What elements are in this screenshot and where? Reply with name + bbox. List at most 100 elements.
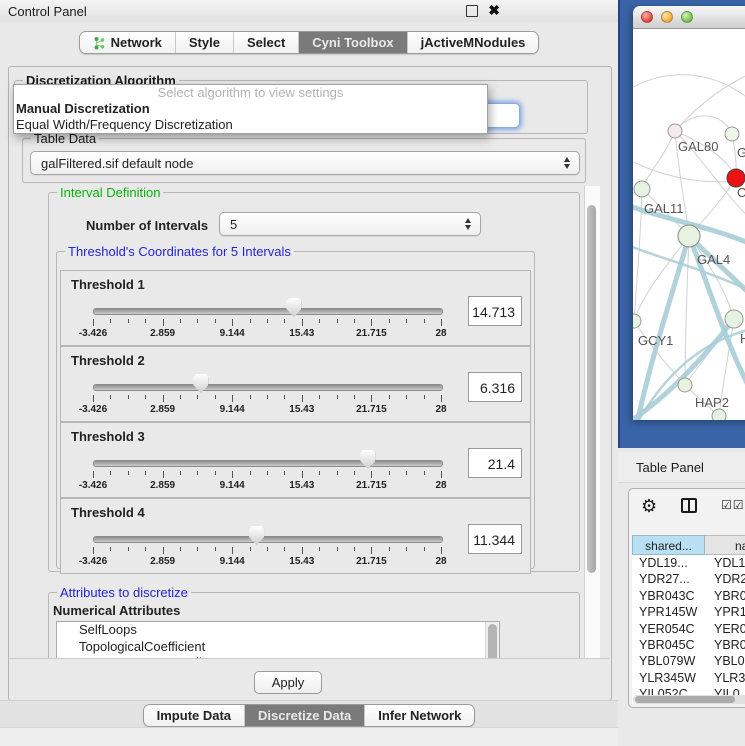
table-cell[interactable]: YLR345W (632, 670, 705, 686)
threshold-value-field[interactable]: 11.344 (468, 524, 522, 554)
table-cell[interactable]: YER0 (705, 621, 745, 637)
checkbox-icons[interactable]: ☑☑ (721, 498, 745, 512)
table-row[interactable]: YER054CYER0 (632, 621, 745, 637)
threshold-panel-1: Threshold 1-3.4262.8599.14415.4321.71528… (60, 270, 531, 346)
attribute-item[interactable]: SelfLoops (57, 622, 499, 639)
table-cell[interactable]: YBL079W (632, 653, 705, 669)
network-node-gal4[interactable] (678, 225, 700, 247)
slider-track[interactable] (93, 536, 443, 543)
scrollbar-thumb[interactable] (635, 696, 735, 703)
column-header-shared-name[interactable]: shared... (632, 535, 705, 555)
table-row[interactable]: YPR145WYPR1 (632, 604, 745, 620)
slider-tick (145, 395, 146, 399)
slider-axis-label: 28 (435, 328, 446, 339)
table-cell[interactable]: YBR0 (705, 637, 745, 653)
slider-tick (354, 547, 355, 551)
split-view-icon[interactable] (681, 498, 697, 513)
slider-tick (145, 471, 146, 475)
table-cell[interactable]: YBR0 (705, 588, 745, 604)
slider-tick (354, 471, 355, 475)
slider-tick (215, 319, 216, 323)
table-row[interactable]: YBL079WYBL0 (632, 653, 745, 669)
vertical-scrollbar[interactable] (584, 186, 600, 658)
table-row[interactable]: YLR345WYLR3 (632, 670, 745, 686)
gear-icon[interactable]: ⚙ (641, 496, 657, 516)
table-row[interactable]: YDL19...YDL1 (632, 555, 745, 571)
bottom-tab-discretize-data[interactable]: Discretize Data (244, 705, 364, 726)
attributes-scrollbar[interactable] (485, 622, 499, 658)
tab-cyni-toolbox[interactable]: Cyni Toolbox (298, 32, 406, 53)
table-cell[interactable]: YDL19... (632, 555, 705, 571)
slider-axis-label: 2.859 (150, 404, 175, 415)
slider-axis-label: 2.859 (150, 556, 175, 567)
threshold-value-field[interactable]: 14.713 (468, 296, 522, 326)
slider-tick (180, 395, 181, 399)
tab-network[interactable]: Network (80, 32, 175, 53)
network-node-gal11[interactable] (634, 181, 650, 197)
table-cell[interactable]: YBR043C (632, 588, 705, 604)
settings-scroll-viewport: Interval Definition Number of Intervals … (14, 186, 584, 658)
float-window-icon[interactable] (466, 5, 478, 17)
slider-track[interactable] (93, 460, 443, 467)
bottom-tab-infer-network[interactable]: Infer Network (364, 705, 474, 726)
threshold-value-field[interactable]: 6.316 (468, 372, 522, 402)
slider-axis-label: 9.144 (220, 328, 245, 339)
table-cell[interactable]: YLR3 (705, 670, 745, 686)
network-canvas[interactable]: GAL80G.CGAL11GAL4GCY1HHAP2 (633, 29, 745, 420)
attribute-item[interactable]: TopologicalCoefficient (57, 639, 499, 656)
table-cell[interactable]: YBL0 (705, 653, 745, 669)
tab-jactivemnodules[interactable]: jActiveMNodules (407, 32, 539, 53)
table-cell[interactable]: YDR27... (632, 571, 705, 587)
popup-item-equal-width-frequency[interactable]: Equal Width/Frequency Discretization (14, 117, 487, 133)
slider-axis-label: 28 (435, 480, 446, 491)
apply-button[interactable]: Apply (254, 671, 322, 694)
number-of-intervals-combobox[interactable]: 5 (219, 212, 481, 236)
tab-style[interactable]: Style (175, 32, 233, 53)
network-node-gal80[interactable] (668, 124, 682, 138)
network-window-titlebar[interactable] (633, 6, 745, 29)
slider-tick (163, 395, 164, 402)
table-data-combobox[interactable]: galFiltered.sif default node (30, 151, 580, 175)
bottom-tab-impute-data[interactable]: Impute Data (144, 705, 244, 726)
slider-track[interactable] (93, 308, 443, 315)
slider-track[interactable] (93, 384, 443, 391)
slider-axis-label: 15.43 (289, 404, 314, 415)
close-icon[interactable]: ✖ (488, 2, 500, 19)
close-traffic-light-icon[interactable] (641, 11, 653, 23)
network-view-background: GAL80G.CGAL11GAL4GCY1HHAP2 (618, 0, 745, 448)
minimize-traffic-light-icon[interactable] (661, 11, 673, 23)
scrollbar-thumb[interactable] (587, 205, 596, 573)
algorithm-dropdown-popup: Select algorithm to view settings Manual… (13, 84, 488, 134)
threshold-value-field[interactable]: 21.4 (468, 448, 522, 478)
scrollbar-thumb[interactable] (488, 624, 497, 658)
network-node-h[interactable] (725, 310, 743, 328)
slider-tick (232, 395, 233, 402)
network-node-gcy1[interactable] (633, 314, 641, 328)
slider-tick (110, 319, 111, 323)
table-toolbar: ⚙ ☑☑ (629, 489, 745, 525)
table-cell[interactable]: YBR045C (632, 637, 705, 653)
horizontal-scrollbar[interactable] (633, 695, 745, 704)
table-row[interactable]: YBR045CYBR0 (632, 637, 745, 653)
table-cell[interactable]: YDL1 (705, 555, 745, 571)
slider-tick (232, 471, 233, 478)
combo-stepper-icon (559, 157, 579, 169)
tab-select[interactable]: Select (233, 32, 298, 53)
threshold-panel-2: Threshold 2-3.4262.8599.14415.4321.71528… (60, 346, 531, 422)
network-icon (93, 36, 106, 50)
network-node-g[interactable] (725, 127, 739, 141)
numerical-attributes-list[interactable]: SelfLoopsTopologicalCoefficientBetweenne… (56, 621, 500, 658)
table-header-row: shared... na (632, 535, 745, 555)
tab-label: jActiveMNodules (421, 35, 526, 50)
popup-item-manual-discretization[interactable]: Manual Discretization (14, 101, 487, 117)
network-node-hap2[interactable] (678, 378, 692, 392)
table-cell[interactable]: YER054C (632, 621, 705, 637)
table-row[interactable]: YDR27...YDR2 (632, 571, 745, 587)
column-header-name[interactable]: na (705, 535, 745, 555)
table-row[interactable]: YBR043CYBR0 (632, 588, 745, 604)
network-node-node-partial[interactable] (712, 409, 726, 420)
table-cell[interactable]: YPR145W (632, 604, 705, 620)
zoom-traffic-light-icon[interactable] (681, 11, 693, 23)
table-cell[interactable]: YDR2 (705, 571, 745, 587)
table-cell[interactable]: YPR1 (705, 604, 745, 620)
